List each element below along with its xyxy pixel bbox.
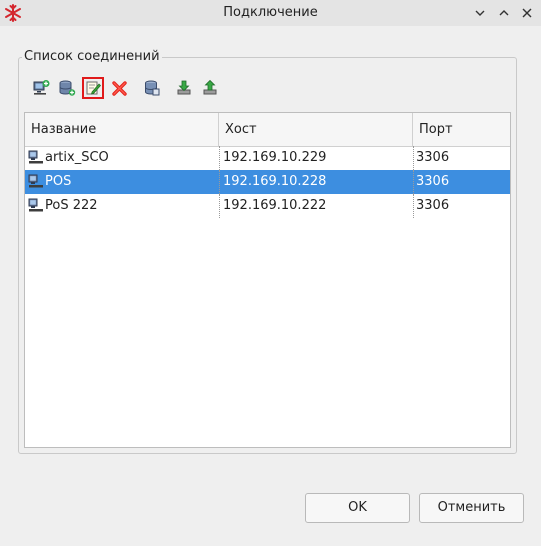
cell-name: POS [45, 174, 72, 189]
cell-port: 3306 [416, 174, 450, 189]
column-separator [413, 170, 414, 194]
table-row[interactable]: POS 192.169.10.228 3306 [25, 170, 510, 194]
edit-icon [86, 81, 101, 95]
table-header: Название Хост Порт [25, 113, 510, 147]
ok-button[interactable]: OK [305, 493, 410, 523]
cell-name: PoS 222 [45, 198, 98, 213]
delete-icon [112, 81, 127, 96]
export-button[interactable] [199, 77, 221, 99]
column-separator [219, 170, 220, 194]
cell-host: 192.169.10.222 [223, 198, 327, 213]
delete-connection-button[interactable] [109, 77, 131, 99]
chevron-up-icon [499, 10, 509, 16]
computer-icon [28, 174, 44, 190]
group-title: Список соединений [22, 48, 162, 65]
chevron-down-icon [475, 10, 485, 16]
database-button[interactable] [141, 77, 163, 99]
title-bar: Подключение [0, 0, 541, 26]
column-separator [413, 146, 414, 170]
close-button[interactable] [517, 3, 537, 23]
add-network-icon [33, 80, 50, 95]
add-database-button[interactable] [56, 77, 78, 99]
column-header-name[interactable]: Название [25, 113, 219, 146]
cell-host: 192.169.10.228 [223, 174, 327, 189]
table-row[interactable]: artix_SCO 192.169.10.229 3306 [25, 146, 510, 170]
import-button[interactable] [173, 77, 195, 99]
connection-dialog: Подключение Список соединений Название Х… [0, 0, 541, 546]
cell-host: 192.169.10.229 [223, 150, 327, 165]
cell-name: artix_SCO [45, 150, 109, 165]
cell-port: 3306 [416, 198, 450, 213]
connections-table: Название Хост Порт artix_SCO 192.169.10.… [24, 112, 511, 448]
database-icon [145, 80, 160, 96]
export-icon [203, 79, 217, 95]
add-connection-button[interactable] [30, 77, 52, 99]
window-title: Подключение [223, 5, 318, 20]
maximize-button[interactable] [494, 3, 514, 23]
minimize-button[interactable] [470, 3, 490, 23]
table-row[interactable]: PoS 222 192.169.10.222 3306 [25, 194, 510, 218]
computer-icon [28, 198, 44, 214]
close-icon [522, 8, 532, 18]
cancel-button[interactable]: Отменить [419, 493, 524, 523]
edit-connection-button[interactable] [82, 77, 104, 99]
column-separator [413, 194, 414, 218]
column-separator [219, 146, 220, 170]
computer-icon [28, 150, 44, 166]
column-header-port[interactable]: Порт [413, 113, 510, 146]
import-icon [177, 80, 191, 95]
add-database-icon [59, 80, 76, 96]
column-separator [219, 194, 220, 218]
cell-port: 3306 [416, 150, 450, 165]
column-header-host[interactable]: Хост [219, 113, 413, 146]
